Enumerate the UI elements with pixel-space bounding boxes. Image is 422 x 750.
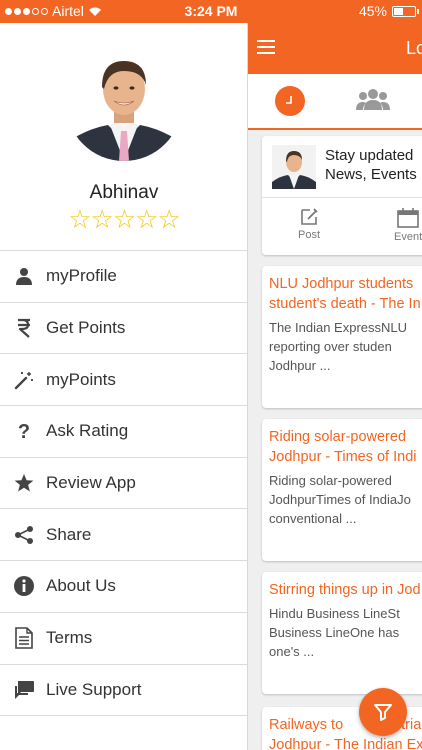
news-card[interactable]: Stirring things up in Jod Hindu Business…: [262, 572, 422, 694]
event-button[interactable]: Event: [394, 208, 422, 243]
edit-icon: [301, 208, 318, 225]
news-snippet-line: Riding solar-powered: [269, 473, 392, 488]
news-title-line: Jodhpur - The Indian Ex: [269, 737, 422, 750]
profile-header: Abhinav ☆☆☆☆☆: [0, 23, 247, 250]
post-button[interactable]: Post: [298, 208, 320, 241]
drawer-menu: myProfile Get Points myPoints ? Ask Rati…: [0, 250, 247, 717]
magic-wand-icon: [0, 370, 46, 390]
menu-item-terms[interactable]: Terms: [0, 613, 247, 665]
menu-label: myPoints: [46, 369, 116, 389]
menu-label: Get Points: [46, 318, 126, 338]
status-bar: Airtel 3:24 PM 45%: [0, 0, 422, 23]
filter-icon: [374, 704, 392, 721]
menu-item-share[interactable]: Share: [0, 509, 247, 562]
news-card[interactable]: Riding solar-powered Jodhpur - Times of …: [262, 419, 422, 561]
avatar: [272, 145, 316, 189]
news-snippet-line: Jodhpur ...: [269, 358, 331, 373]
tab-groups[interactable]: [356, 88, 390, 117]
news-snippet-line: JodhpurTimes of IndiaJo: [269, 492, 411, 507]
menu-item-live-support[interactable]: Live Support: [0, 665, 247, 717]
document-icon: [0, 627, 46, 649]
app-bar: Lo: [248, 23, 422, 74]
menu-label: Share: [46, 524, 92, 544]
share-icon: [0, 525, 46, 545]
composer-actions: Post Event: [262, 198, 422, 254]
news-snippet: Riding solar-powered JodhpurTimes of Ind…: [269, 471, 422, 528]
main-content: Lo Stay updated News, Events Post Event …: [248, 23, 422, 750]
menu-label: Review App: [46, 473, 136, 493]
page-title: Lo: [406, 38, 422, 58]
rupee-icon: [0, 318, 46, 338]
navigation-drawer: Abhinav ☆☆☆☆☆ myProfile Get Points myPoi…: [0, 23, 248, 750]
menu-item-about-us[interactable]: About Us: [0, 561, 247, 613]
news-title-part: Railways to: [269, 717, 344, 733]
person-icon: [0, 267, 46, 286]
menu-item-review-app[interactable]: Review App: [0, 458, 247, 510]
menu-label: About Us: [46, 576, 116, 596]
news-snippet-line: Hindu Business LineSt: [269, 606, 400, 621]
calendar-icon: [397, 208, 419, 228]
composer-card: Stay updated News, Events Post Event: [262, 136, 422, 255]
composer-line-1: Stay updated: [325, 147, 414, 164]
news-card[interactable]: NLU Jodhpur students student's death - T…: [262, 266, 422, 408]
news-title-line: NLU Jodhpur students: [269, 276, 414, 292]
star-icon: [0, 473, 46, 493]
event-label: Event: [394, 231, 422, 243]
menu-item-get-points[interactable]: Get Points: [0, 303, 247, 355]
user-name: Abhinav: [89, 182, 159, 203]
news-snippet-line: conventional ...: [269, 511, 357, 526]
news-snippet-line: one's ...: [269, 644, 315, 659]
news-title-line: Stirring things up in Jod: [269, 582, 421, 598]
battery-icon: [392, 5, 419, 17]
chat-icon: [0, 680, 46, 700]
battery-status: 45%: [358, 3, 419, 19]
avatar[interactable]: [66, 45, 182, 161]
news-snippet-line: Business LineOne has: [269, 625, 400, 640]
clock-icon: [286, 96, 292, 104]
menu-label: Terms: [46, 628, 93, 648]
filter-button[interactable]: [359, 688, 407, 736]
menu-item-ask-rating[interactable]: ? Ask Rating: [0, 406, 247, 458]
svg-text:?: ?: [18, 421, 30, 441]
composer-line-2: News, Events: [325, 166, 417, 183]
composer-prompt[interactable]: Stay updated News, Events: [262, 136, 422, 198]
menu-icon[interactable]: [257, 40, 275, 54]
post-label: Post: [298, 229, 321, 241]
news-title-line: Riding solar-powered: [269, 429, 407, 445]
tab-bar: [248, 74, 422, 130]
battery-percent: 45%: [358, 3, 387, 19]
news-snippet-line: reporting over studen: [269, 339, 392, 354]
info-icon: [0, 576, 46, 597]
menu-label: Ask Rating: [46, 421, 129, 441]
rating-stars: ☆☆☆☆☆: [68, 204, 181, 234]
menu-label: myProfile: [46, 266, 117, 286]
menu-label: Live Support: [46, 679, 142, 699]
news-snippet-line: The Indian ExpressNLU: [269, 320, 408, 335]
news-snippet: Hindu Business LineSt Business LineOne h…: [269, 604, 422, 661]
tab-recent[interactable]: [275, 86, 305, 116]
composer-text: Stay updated News, Events: [325, 146, 417, 184]
news-title-line: student's death - The In: [269, 296, 421, 312]
menu-item-mypoints[interactable]: myPoints: [0, 354, 247, 407]
menu-item-myprofile[interactable]: myProfile: [0, 251, 247, 303]
news-snippet: The Indian ExpressNLU reporting over stu…: [269, 318, 422, 375]
question-icon: ?: [0, 421, 46, 441]
news-title-line: Jodhpur - Times of Indi: [269, 449, 417, 465]
group-icon: [356, 89, 390, 110]
